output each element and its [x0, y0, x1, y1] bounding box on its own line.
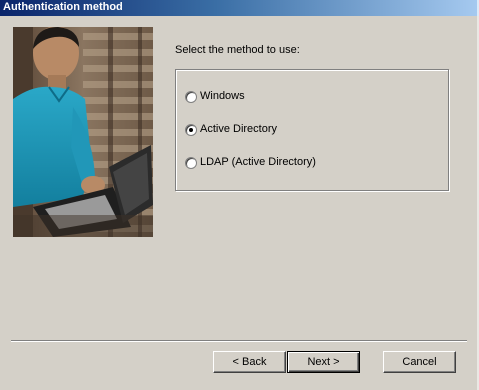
button-separator — [11, 340, 467, 342]
man-with-laptop-photo — [13, 27, 153, 237]
method-options-group: Windows Active Directory LDAP (Active Di… — [175, 69, 449, 191]
next-button[interactable]: Next > — [287, 351, 360, 373]
radio-button-active-directory[interactable] — [185, 124, 197, 136]
radio-label-windows: Windows — [200, 90, 245, 102]
title-bar[interactable]: Authentication method — [0, 0, 479, 16]
back-button[interactable]: < Back — [213, 351, 286, 373]
radio-button-windows[interactable] — [185, 91, 197, 103]
radio-label-active-directory: Active Directory — [200, 123, 278, 135]
window-title: Authentication method — [3, 1, 123, 13]
radio-label-ldap: LDAP (Active Directory) — [200, 156, 316, 168]
radio-button-ldap[interactable] — [185, 157, 197, 169]
cancel-button[interactable]: Cancel — [383, 351, 456, 373]
dialog-body: Select the method to use: Windows Active… — [0, 16, 479, 390]
method-prompt: Select the method to use: — [175, 44, 300, 56]
